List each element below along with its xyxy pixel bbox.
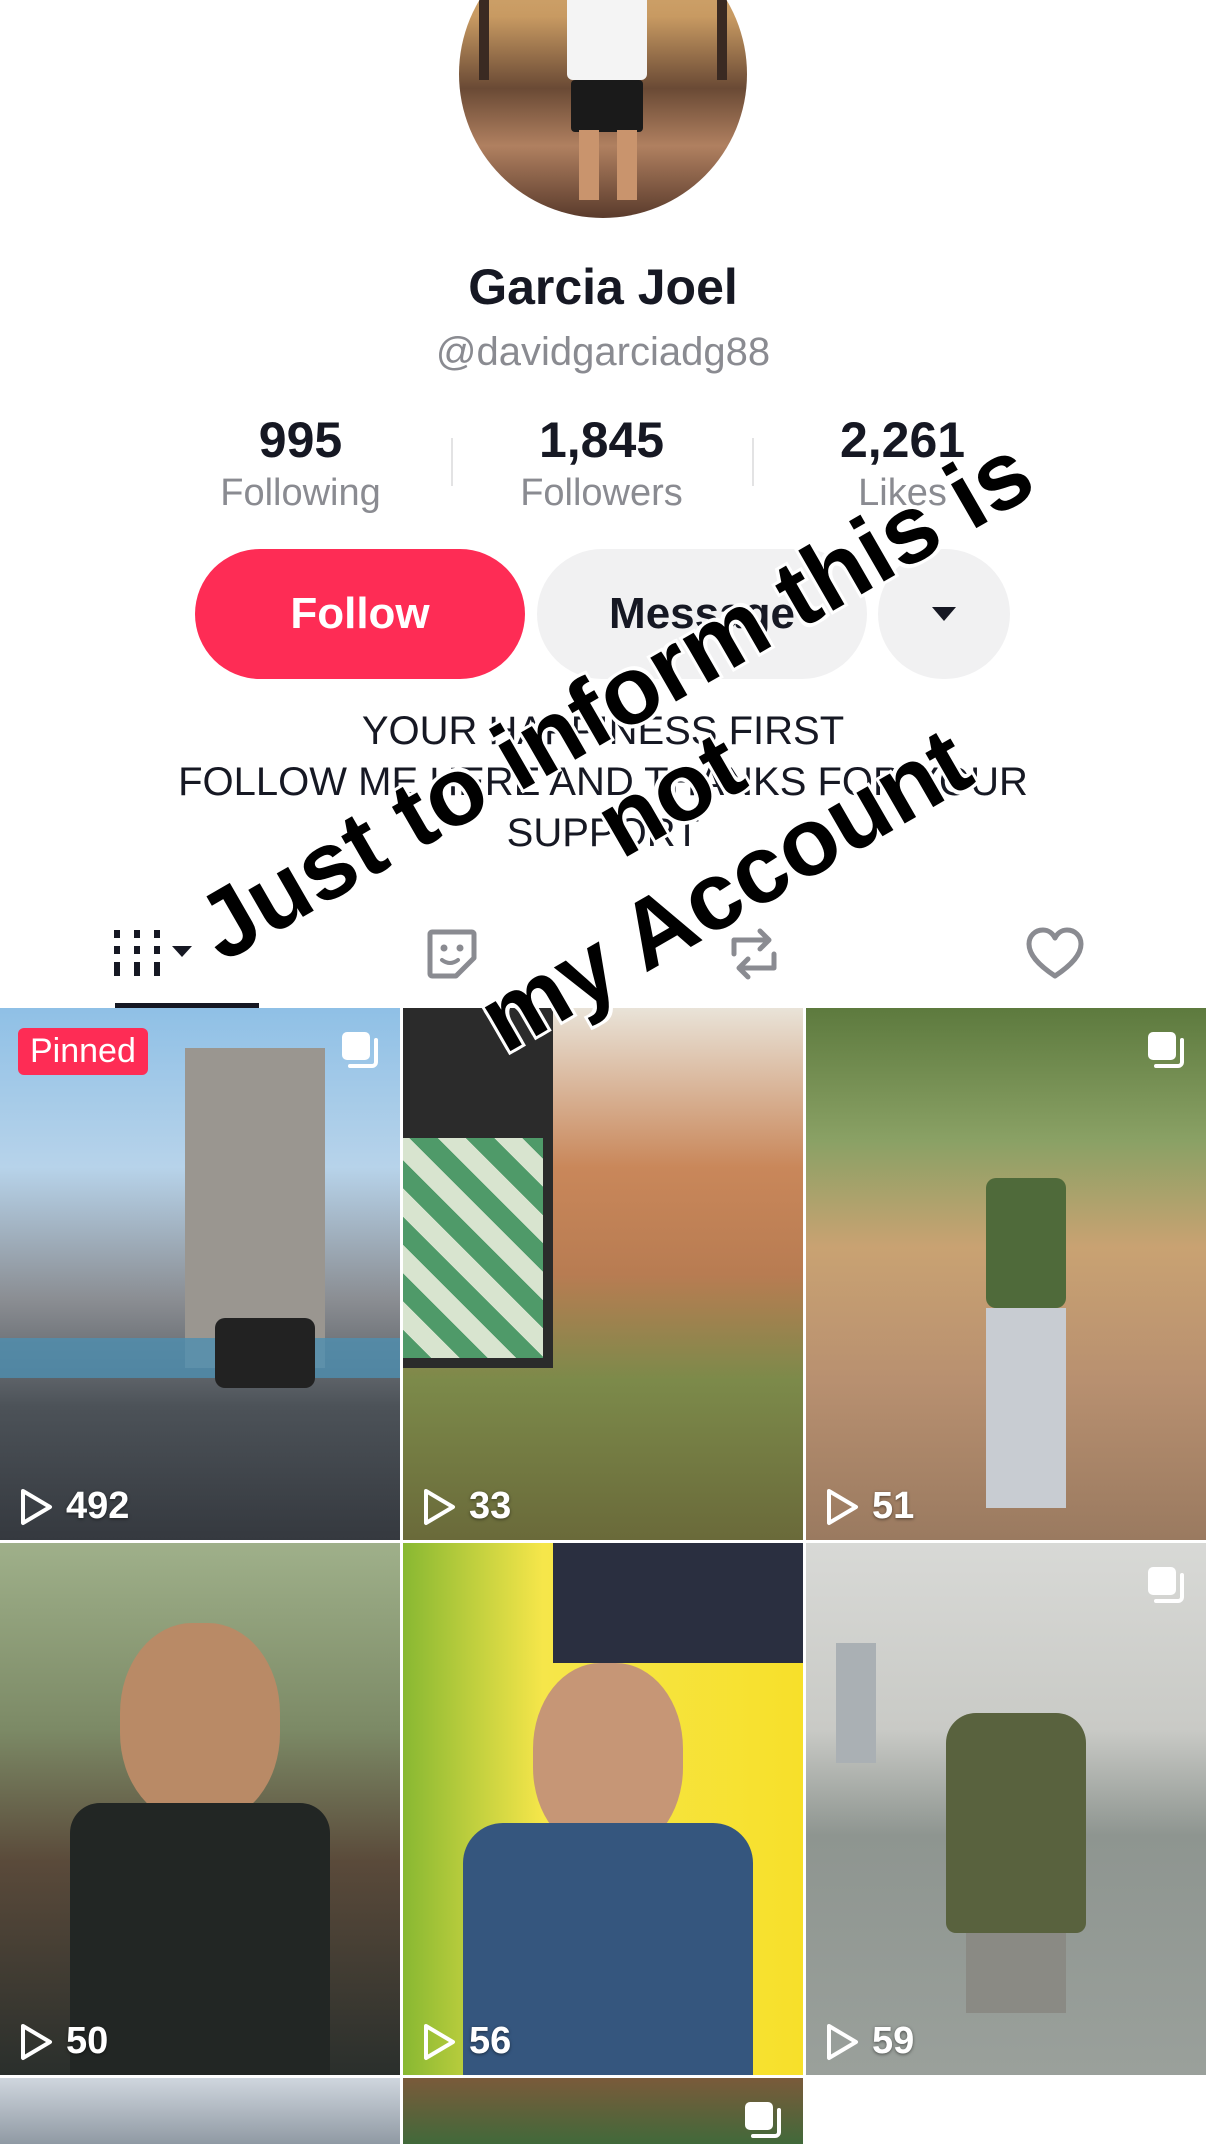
profile-avatar[interactable]: [459, 0, 747, 218]
sticker-icon: [427, 929, 477, 979]
video-thumbnail[interactable]: 51: [806, 1008, 1206, 1540]
view-count-text: 51: [872, 1485, 915, 1527]
likes-count: 2,261: [839, 412, 966, 468]
multi-photo-icon: [1148, 1567, 1184, 1603]
more-options-button[interactable]: [878, 549, 1010, 679]
followers-count: 1,845: [538, 412, 665, 468]
video-thumbnail[interactable]: [0, 2078, 400, 2144]
pinned-badge: Pinned: [18, 1028, 148, 1075]
follow-button[interactable]: Follow: [195, 549, 525, 679]
followers-label: Followers: [520, 472, 683, 514]
play-icon: [827, 2023, 858, 2060]
repost-icon: [731, 928, 777, 980]
play-icon: [424, 2023, 455, 2060]
view-count: 50: [18, 2020, 108, 2063]
profile-stats: 995 Following 1,845 Followers 2,261 Like…: [150, 410, 1053, 520]
play-icon: [21, 1488, 52, 1525]
following-label: Following: [220, 472, 381, 514]
profile-bio: YOUR HAPPINESS FIRST FOLLOW ME HERE AND …: [100, 706, 1106, 859]
bio-line: FOLLOW ME HERE AND THANKS FOR YOUR: [178, 760, 1028, 804]
multi-photo-icon: [1148, 1032, 1184, 1068]
avatar-leg: [579, 130, 599, 200]
message-button[interactable]: Message: [537, 549, 867, 679]
stats-divider: [451, 438, 453, 486]
triangle-down-icon: [932, 607, 956, 621]
view-count-text: 492: [66, 1485, 130, 1527]
stat-followers[interactable]: 1,845 Followers: [451, 410, 752, 520]
stat-likes[interactable]: 2,261 Likes: [752, 410, 1053, 520]
view-count-text: 33: [469, 1485, 512, 1527]
bio-line: YOUR HAPPINESS FIRST: [361, 709, 845, 753]
bio-line: SUPPORT: [506, 811, 700, 855]
view-count: 492: [18, 1485, 129, 1528]
video-thumbnail[interactable]: [403, 2078, 803, 2144]
multi-photo-icon: [745, 2102, 781, 2138]
multi-photo-icon: [342, 1032, 378, 1068]
tab-reposts[interactable]: [603, 900, 905, 1008]
profile-tabs: [0, 900, 1206, 1008]
likes-label: Likes: [858, 472, 947, 514]
avatar-rail: [479, 0, 489, 80]
avatar-rail: [717, 0, 727, 80]
stats-divider: [752, 438, 754, 486]
tab-stickers[interactable]: [302, 900, 604, 1008]
view-count: 33: [421, 1485, 511, 1528]
tab-videos[interactable]: [0, 900, 302, 1008]
video-thumbnail[interactable]: 56: [403, 1543, 803, 2075]
avatar-leg: [617, 130, 637, 200]
tab-liked[interactable]: [905, 900, 1206, 1008]
avatar-shorts: [571, 80, 643, 132]
play-icon: [827, 1488, 858, 1525]
video-thumbnail[interactable]: 50: [0, 1543, 400, 2075]
view-count: 56: [421, 2020, 511, 2063]
view-count-text: 59: [872, 2020, 915, 2062]
heart-icon: [1026, 927, 1084, 979]
username: @davidgarciadg88: [435, 330, 771, 374]
view-count: 51: [824, 1485, 914, 1528]
video-thumbnail[interactable]: 59: [806, 1543, 1206, 2075]
view-count-text: 50: [66, 2020, 109, 2062]
stat-following[interactable]: 995 Following: [150, 410, 451, 520]
play-icon: [21, 2023, 52, 2060]
play-icon: [424, 1488, 455, 1525]
following-count: 995: [258, 412, 343, 468]
view-count: 59: [824, 2020, 914, 2063]
video-thumbnail[interactable]: 33: [403, 1008, 803, 1540]
videos-grid-icon: [113, 930, 192, 976]
video-thumbnail[interactable]: Pinned 492: [0, 1008, 400, 1540]
display-name: Garcia Joel: [468, 259, 738, 315]
avatar-shirt: [567, 0, 647, 80]
view-count-text: 56: [469, 2020, 512, 2062]
